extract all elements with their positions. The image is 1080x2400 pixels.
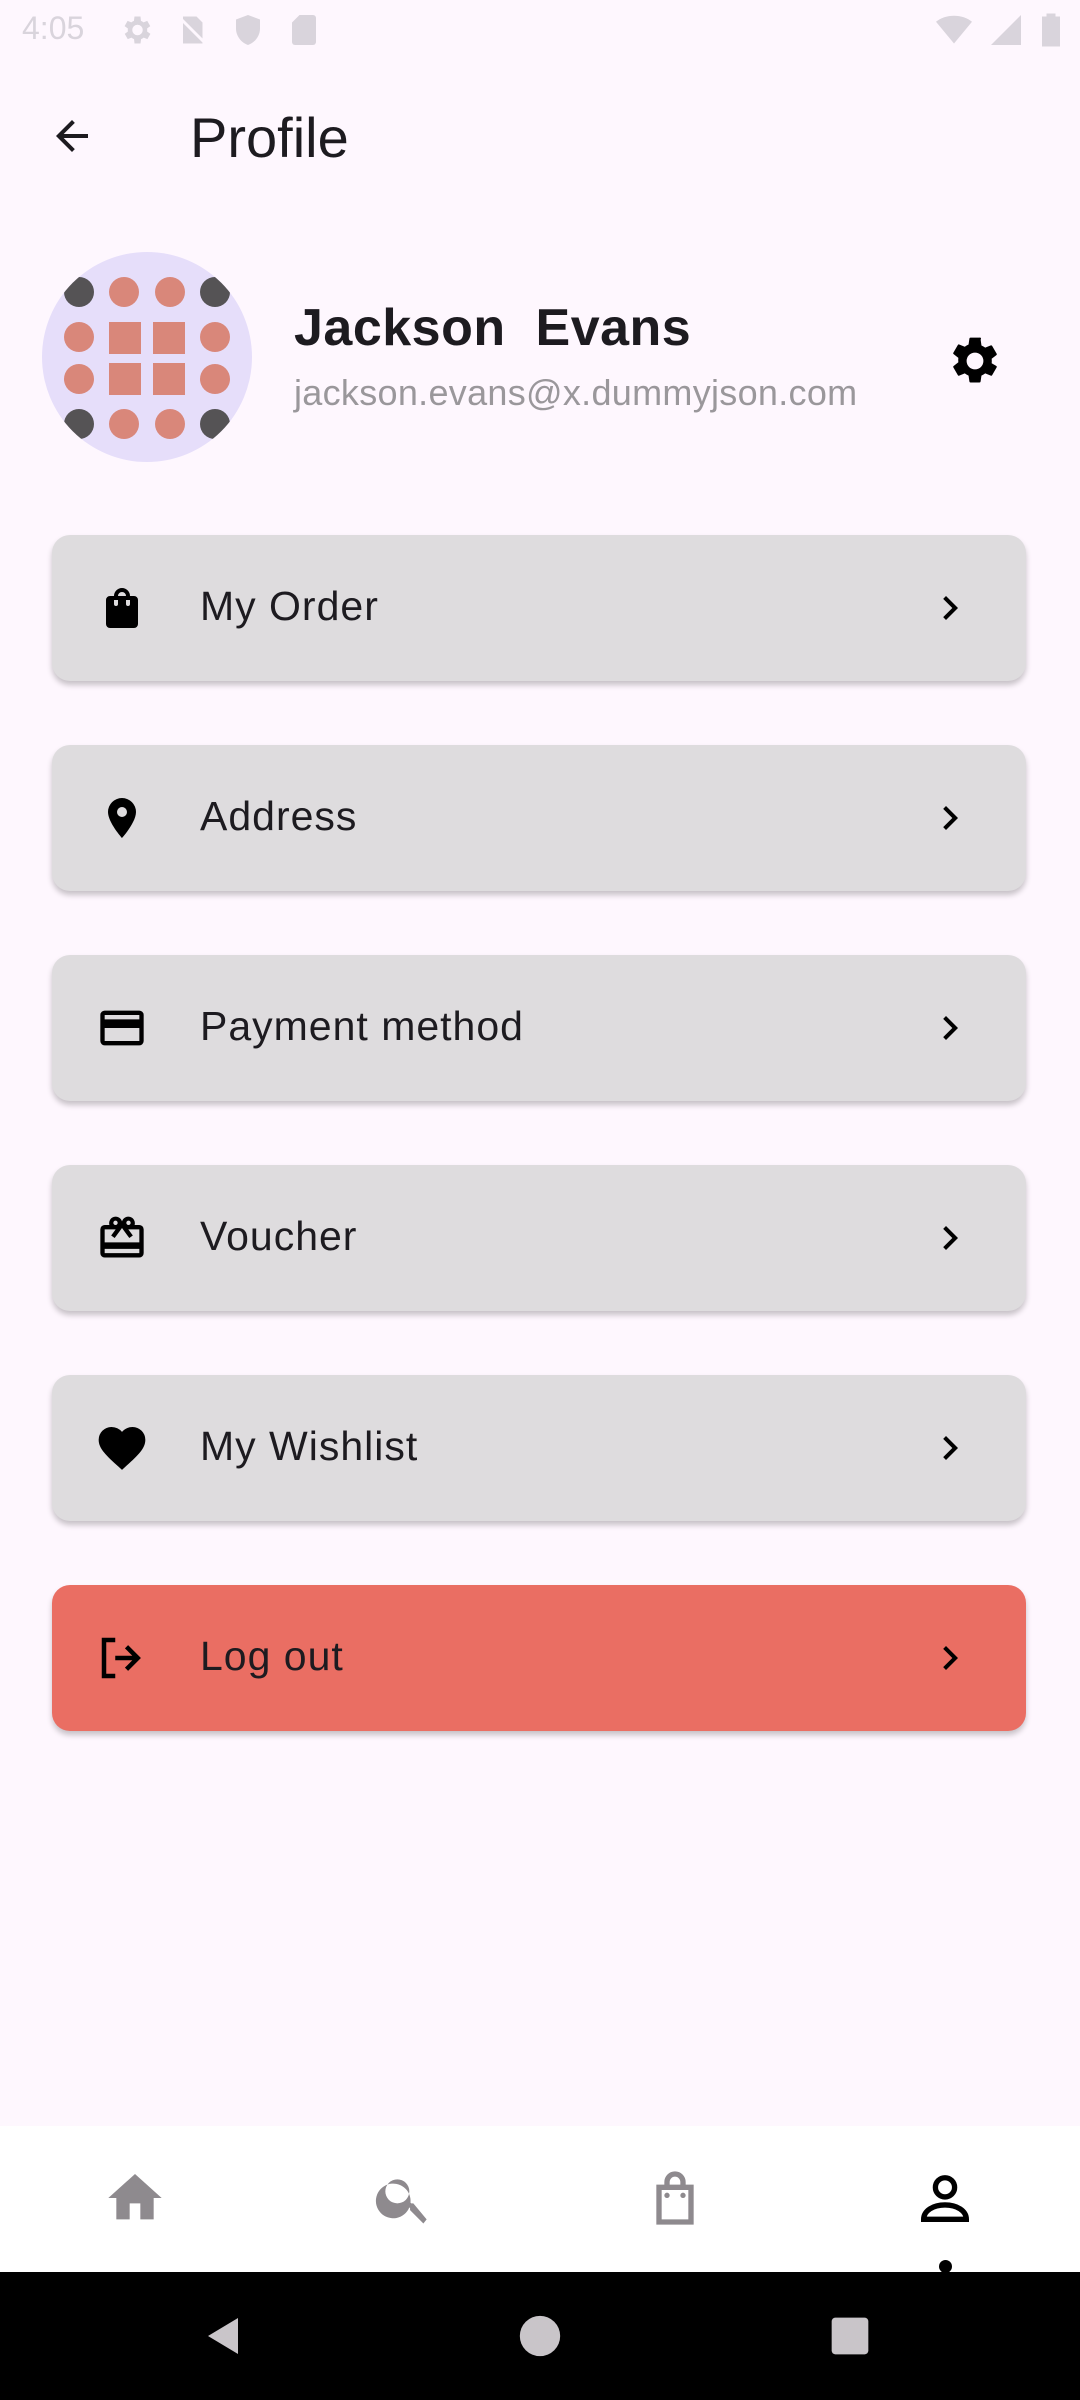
system-back-button[interactable] [198,2310,250,2362]
credit-card-icon [94,1000,150,1056]
avatar [42,252,252,462]
status-icons-left [118,12,322,48]
back-button[interactable] [36,100,108,172]
chevron-right-icon [922,1210,978,1266]
chevron-right-icon [922,1630,978,1686]
home-icon [108,2174,162,2220]
location-pin-icon [94,790,150,846]
chevron-right-icon [922,1420,978,1476]
menu-item-label: Log out [200,1633,344,1679]
nav-bag[interactable] [639,2162,711,2234]
bottom-nav [0,2126,1080,2272]
profile-header: Jackson Evans jackson.evans@x.dummyjson.… [0,250,1080,462]
menu-item-label: Voucher [200,1213,358,1259]
signal-icon [988,12,1024,48]
settings-icon [118,12,154,48]
person-icon [920,2175,970,2222]
settings-button[interactable] [940,326,1010,396]
menu-item-label: Payment method [200,1003,524,1049]
menu-item-payment-method[interactable]: Payment method [52,955,1026,1101]
status-time: 4:05 [22,10,85,46]
chevron-right-icon [922,790,978,846]
back-triangle-icon [208,2318,238,2354]
battery-icon [1040,12,1062,48]
menu-list: My Order Address Payment method Voucher [52,535,1026,1795]
avatar-pattern [64,277,230,439]
gear-icon [953,337,997,383]
chevron-right-icon [922,580,978,636]
user-email: jackson.evans@x.dummyjson.com [294,372,858,413]
shield-icon [230,12,266,48]
logout-icon [94,1630,150,1686]
menu-item-label: My Order [200,583,379,629]
shopping-bag-icon [94,580,150,636]
user-name: Jackson Evans [294,299,692,357]
heart-icon [94,1420,150,1476]
bag-icon [656,2171,694,2225]
nav-search[interactable] [368,2162,440,2234]
menu-item-my-order[interactable]: My Order [52,535,1026,681]
menu-item-my-wishlist[interactable]: My Wishlist [52,1375,1026,1521]
search-icon [375,2179,427,2224]
nav-profile[interactable] [909,2162,981,2234]
status-icons-right [936,12,1062,48]
system-nav-bar [0,2272,1080,2400]
menu-item-address[interactable]: Address [52,745,1026,891]
system-recents-button[interactable] [824,2310,876,2362]
status-bar: 4:05 [0,0,1080,62]
nav-home[interactable] [99,2162,171,2234]
recents-square-icon [831,2317,869,2355]
app-bar: Profile [0,62,1080,212]
menu-item-label: Address [200,793,358,839]
logout-button[interactable]: Log out [52,1585,1026,1731]
chevron-right-icon [922,1000,978,1056]
home-circle-icon [519,2315,561,2357]
page-title: Profile [190,106,349,169]
no-sim-icon [174,12,210,48]
system-home-button[interactable] [514,2310,566,2362]
gift-card-icon [94,1210,150,1266]
menu-item-label: My Wishlist [200,1423,419,1469]
sd-card-icon [286,12,322,48]
menu-item-voucher[interactable]: Voucher [52,1165,1026,1311]
arrow-back-icon [56,120,88,152]
wifi-icon [936,12,972,48]
